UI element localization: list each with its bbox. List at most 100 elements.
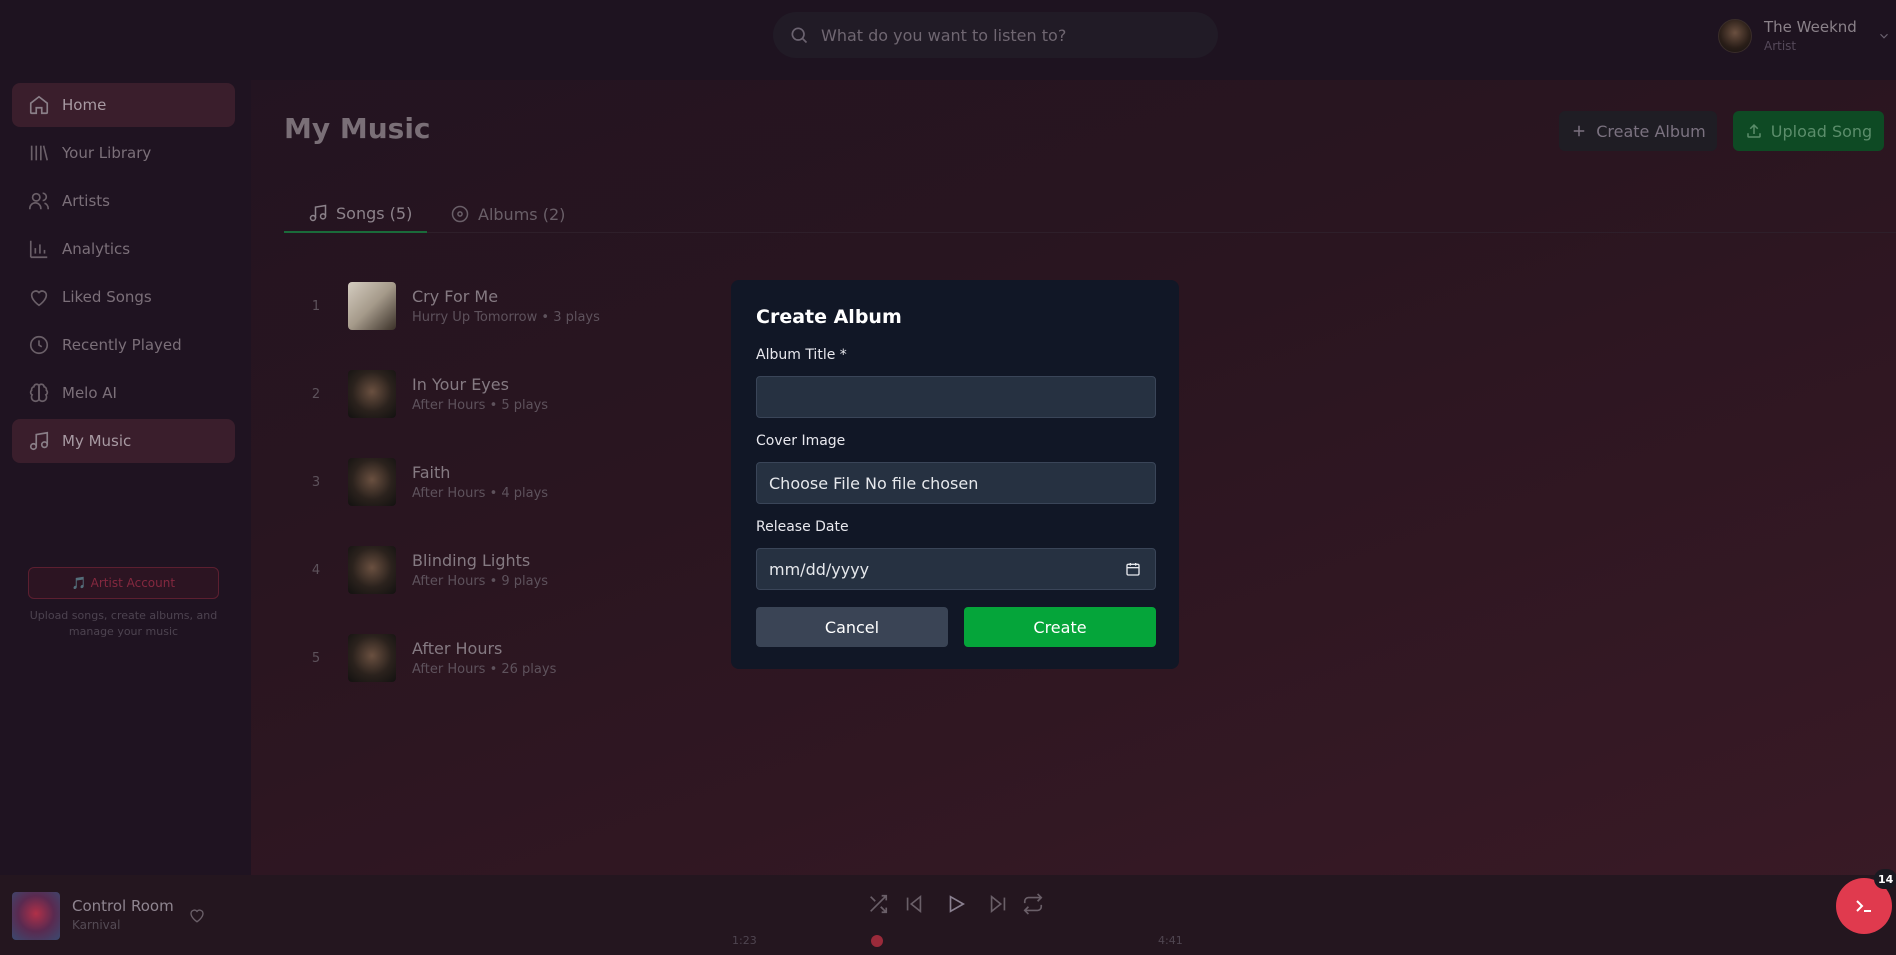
current-time: 1:23 xyxy=(732,934,757,947)
song-number: 4 xyxy=(311,562,321,578)
sidebar-item-artists[interactable]: Artists xyxy=(12,179,235,223)
cover-image-file-input[interactable]: Choose File No file chosen xyxy=(769,474,978,493)
song-number: 5 xyxy=(311,650,321,666)
brain-icon xyxy=(29,383,49,403)
sidebar-item-your-library[interactable]: Your Library xyxy=(12,131,235,175)
sidebar-item-analytics[interactable]: Analytics xyxy=(12,227,235,271)
sidebar-item-liked-songs[interactable]: Liked Songs xyxy=(12,275,235,319)
avatar xyxy=(1718,18,1752,53)
tab-albums[interactable]: Albums (2) xyxy=(450,195,565,233)
progress-handle[interactable] xyxy=(871,935,883,947)
album-cover xyxy=(348,458,396,506)
album-title-field[interactable] xyxy=(756,376,1156,418)
table-row[interactable]: 2 In Your Eyes After Hours • 5 plays xyxy=(284,369,548,419)
sidebar-item-label: Recently Played xyxy=(62,336,182,354)
tab-label: Albums (2) xyxy=(478,204,566,224)
chevron-down-icon[interactable] xyxy=(1877,29,1891,43)
cover-image-label: Cover Image xyxy=(756,433,846,449)
music-note-icon xyxy=(29,431,49,451)
page-title: My Music xyxy=(284,112,431,145)
song-title: Faith xyxy=(412,463,451,482)
shuffle-icon[interactable] xyxy=(867,893,889,915)
sidebar-item-home[interactable]: Home xyxy=(12,83,235,127)
album-title-label: Album Title * xyxy=(756,347,847,363)
artist-account-button[interactable]: 🎵 Artist Account xyxy=(28,567,219,599)
play-icon[interactable] xyxy=(945,893,967,915)
user-name: The Weeknd xyxy=(1764,18,1857,36)
table-row[interactable]: 1 Cry For Me Hurry Up Tomorrow • 3 plays xyxy=(284,281,600,331)
clock-icon xyxy=(29,335,49,355)
calendar-icon[interactable] xyxy=(1125,561,1141,577)
sidebar-item-my-music[interactable]: My Music xyxy=(12,419,235,463)
heart-icon[interactable] xyxy=(188,906,206,924)
top-bar: The Weeknd Artist xyxy=(0,0,1896,80)
song-meta: After Hours • 4 plays xyxy=(412,486,549,501)
sidebar-item-label: Your Library xyxy=(62,144,152,162)
users-icon xyxy=(29,192,49,210)
cancel-button[interactable]: Cancel xyxy=(756,607,948,647)
album-cover xyxy=(348,282,396,330)
album-cover xyxy=(348,634,396,682)
table-row[interactable]: 4 Blinding Lights After Hours • 9 plays xyxy=(284,545,548,595)
repeat-icon[interactable] xyxy=(1022,893,1044,915)
search-icon xyxy=(791,27,808,44)
release-date-input[interactable]: mm/dd/yyyy xyxy=(769,560,869,579)
table-row[interactable]: 5 After Hours After Hours • 26 plays xyxy=(284,633,556,683)
song-meta: After Hours • 9 plays xyxy=(412,574,549,589)
song-number: 1 xyxy=(311,298,321,314)
plus-icon xyxy=(1573,125,1585,137)
song-number: 2 xyxy=(311,386,321,402)
release-date-label: Release Date xyxy=(756,519,849,535)
album-cover xyxy=(348,370,396,418)
song-number: 3 xyxy=(311,474,321,490)
song-meta: After Hours • 26 plays xyxy=(412,662,557,677)
song-meta: Hurry Up Tomorrow • 3 plays xyxy=(412,310,600,325)
song-meta: After Hours • 5 plays xyxy=(412,398,549,413)
now-playing-cover xyxy=(12,892,60,940)
heart-icon xyxy=(30,290,48,307)
sidebar-item-label: Liked Songs xyxy=(62,288,152,306)
tab-songs[interactable]: Songs (5) xyxy=(284,195,427,233)
sidebar-item-label: Home xyxy=(62,96,107,114)
sidebar-item-label: Artists xyxy=(62,192,110,210)
player-bar: Control Room Karnival 1:23 4:41 xyxy=(0,875,1896,955)
now-playing-artist: Karnival xyxy=(72,918,121,932)
disc-icon xyxy=(451,205,469,223)
create-album-button[interactable]: Create Album xyxy=(1559,111,1717,151)
user-menu[interactable]: The Weeknd Artist xyxy=(1718,18,1891,53)
cover-image-field[interactable]: Choose File No file chosen xyxy=(756,462,1156,504)
upload-icon xyxy=(1747,123,1761,138)
total-time: 4:41 xyxy=(1158,934,1183,947)
artist-account-description: Upload songs, create albums, and manage … xyxy=(29,609,218,638)
create-album-dialog: Create Album Album Title * Cover Image C… xyxy=(731,280,1179,669)
sidebar-item-melo-ai[interactable]: Melo AI xyxy=(12,371,235,415)
user-info: The Weeknd Artist xyxy=(1764,18,1857,53)
sidebar: Home Your Library Artists Analytics Like… xyxy=(0,80,251,875)
music-note-icon xyxy=(309,204,327,222)
create-button[interactable]: Create xyxy=(964,607,1156,647)
terminal-icon xyxy=(1856,900,1871,912)
upload-song-label: Upload Song xyxy=(1770,121,1873,141)
user-role: Artist xyxy=(1764,39,1797,53)
next-icon[interactable] xyxy=(987,893,1009,915)
search-bar[interactable] xyxy=(773,12,1218,58)
song-title: Cry For Me xyxy=(412,287,499,306)
song-title: After Hours xyxy=(412,639,503,658)
upload-song-button[interactable]: Upload Song xyxy=(1733,111,1884,151)
sidebar-item-label: My Music xyxy=(62,432,132,450)
album-title-input[interactable] xyxy=(769,377,1155,417)
sidebar-item-recently-played[interactable]: Recently Played xyxy=(12,323,235,367)
chart-icon xyxy=(29,240,48,259)
home-icon xyxy=(29,95,49,115)
release-date-field[interactable]: mm/dd/yyyy xyxy=(756,548,1156,590)
search-input[interactable] xyxy=(821,25,1201,45)
sidebar-item-label: Melo AI xyxy=(62,384,117,402)
previous-icon[interactable] xyxy=(903,893,925,915)
table-row[interactable]: 3 Faith After Hours • 4 plays xyxy=(284,457,548,507)
create-album-label: Create Album xyxy=(1596,121,1706,141)
sidebar-item-label: Analytics xyxy=(62,240,131,258)
song-title: In Your Eyes xyxy=(412,375,509,394)
notification-badge: 14 xyxy=(1874,869,1896,889)
now-playing-title: Control Room xyxy=(72,897,174,915)
dialog-title: Create Album xyxy=(756,306,902,328)
